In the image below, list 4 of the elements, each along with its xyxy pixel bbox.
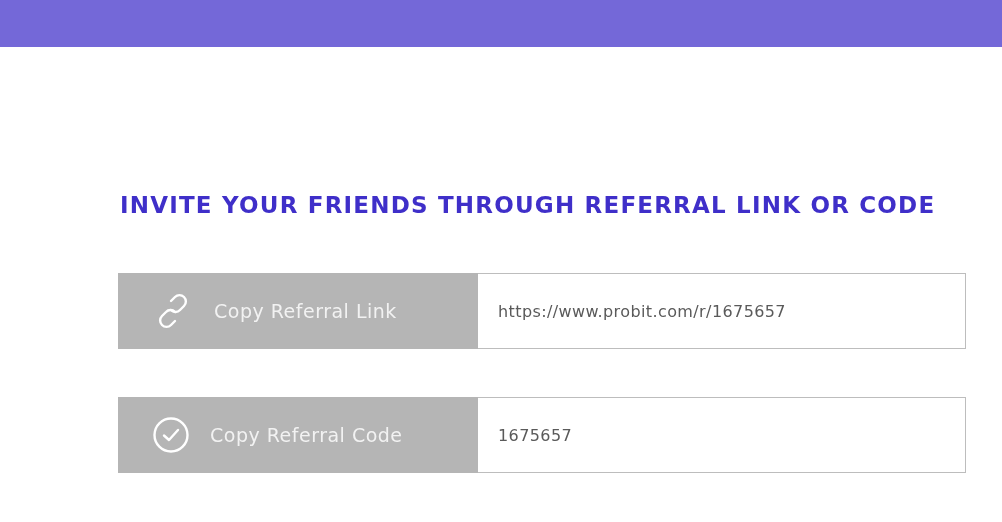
input-field[interactable]: 1675657 bbox=[478, 397, 966, 473]
check-circle-icon bbox=[152, 416, 190, 454]
input-field[interactable]: https://www.probit.com/r/1675657 bbox=[478, 273, 966, 349]
heading: INVITE YOUR FRIENDS THROUGH REFERRAL LINK OR CODE bbox=[120, 191, 937, 220]
